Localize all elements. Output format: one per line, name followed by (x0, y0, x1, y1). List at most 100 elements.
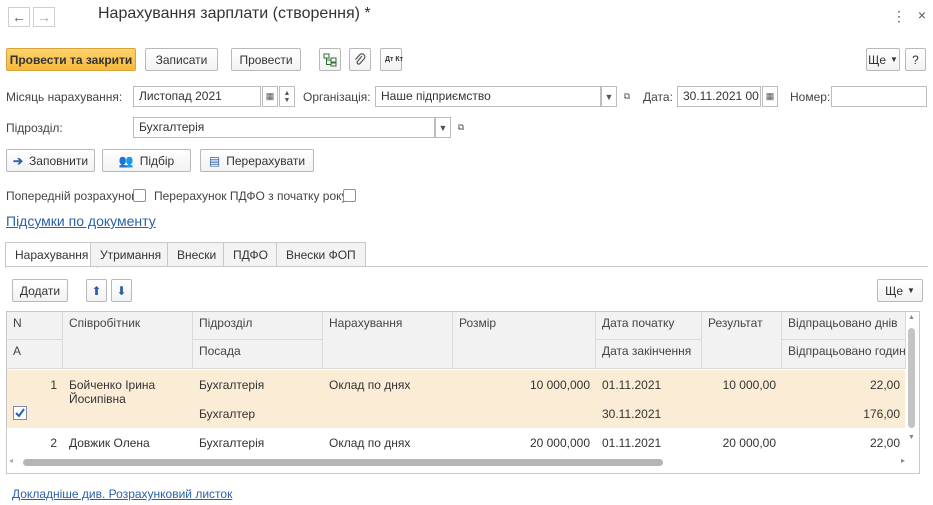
scroll-down-icon: ▼ (908, 434, 915, 441)
col-amount-header[interactable]: Розмір (453, 312, 596, 369)
date-calendar-button[interactable]: ▦ (762, 86, 778, 107)
table-row[interactable]: 2 Довжик Олена Бухгалтерія Оклад по днях… (7, 429, 905, 456)
calendar-button[interactable]: ▦ (262, 86, 278, 107)
cell-result: 20 000,00 (722, 436, 776, 450)
arrow-down-icon: ⬇ (116, 283, 127, 298)
cell-amount: 20 000,000 (529, 436, 590, 450)
move-up-button[interactable]: ⬆ (86, 279, 107, 302)
post-and-close-button[interactable]: Провести та закрити (6, 48, 136, 71)
totals-link[interactable]: Підсумки по документу (6, 213, 156, 229)
payslip-link[interactable]: Докладніше див. Розрахунковий листок (12, 487, 232, 501)
col-position-header[interactable]: Посада (193, 340, 323, 369)
month-stepper[interactable]: ▲ ▼ (279, 86, 295, 107)
chevron-down-icon: ▼ (438, 122, 448, 133)
tab-contributions[interactable]: Внески (167, 242, 227, 267)
page-title: Нарахування зарплати (створення) * (98, 5, 371, 22)
move-down-button[interactable]: ⬇ (111, 279, 132, 302)
scroll-right-icon: ▸ (900, 456, 905, 465)
pdfo-recalc-checkbox[interactable] (343, 189, 356, 202)
col-start-header[interactable]: Дата початку (596, 312, 702, 340)
save-button[interactable]: Записати (145, 48, 218, 71)
date-label: Дата: (643, 90, 673, 104)
stepper-down-icon: ▼ (283, 96, 291, 104)
structure-button[interactable] (319, 48, 341, 71)
stepper-up-icon: ▲ (283, 89, 291, 97)
attach-button[interactable] (349, 48, 371, 71)
tab-pdfo[interactable]: ПДФО (223, 242, 278, 267)
cell-days: 22,00 (869, 378, 900, 392)
back-button[interactable]: ← (8, 7, 30, 27)
cell-n: 1 (50, 378, 57, 392)
cell-hours: 176,00 (863, 407, 900, 421)
more-label: Ще (868, 52, 886, 67)
vertical-scrollbar[interactable]: ▲ ▼ (907, 314, 916, 444)
more-button[interactable]: Ще ▼ (866, 48, 900, 71)
date-field[interactable]: 30.11.2021 00:0 (677, 86, 761, 107)
structure-icon (323, 53, 337, 66)
tab-accruals[interactable]: Нарахування (5, 242, 99, 268)
calendar-icon: ▦ (765, 91, 775, 101)
number-field[interactable] (831, 86, 927, 107)
pick-button[interactable]: 👥 Підбір (102, 149, 191, 172)
cell-days: 22,00 (869, 436, 900, 450)
grid-more-button[interactable]: Ще ▼ (877, 279, 923, 302)
chevron-down-icon: ▼ (890, 55, 898, 64)
col-days-header[interactable]: Відпрацьовано днів (782, 312, 906, 340)
org-open-button[interactable]: ⧉ (619, 86, 635, 107)
col-hours-header[interactable]: Відпрацьовано годин (782, 340, 906, 369)
window-menu-icon[interactable]: ⋮ (892, 8, 906, 25)
recalc-label: Перерахувати (226, 153, 306, 168)
arrow-up-icon: ⬆ (91, 283, 102, 298)
dt-kt-icon: Дт Кт (385, 56, 404, 63)
cell-n: 2 (50, 436, 57, 450)
cell-accrual: Оклад по днях (329, 378, 411, 392)
col-n-header[interactable]: N (7, 312, 63, 340)
org-field[interactable]: Наше підприємство (375, 86, 601, 107)
month-label: Місяць нарахування: (6, 90, 123, 104)
col-dept-header[interactable]: Підрозділ (193, 312, 323, 340)
post-button[interactable]: Провести (231, 48, 301, 71)
row-check-icon[interactable] (13, 406, 27, 423)
horizontal-scroll-thumb[interactable] (23, 459, 663, 466)
tab-fop-contributions[interactable]: Внески ФОП (276, 242, 366, 267)
month-field[interactable]: Листопад 2021 (133, 86, 261, 107)
tab-deductions[interactable]: Утримання (90, 242, 172, 267)
dept-field[interactable]: Бухгалтерія (133, 117, 435, 138)
accruals-table: N А Співробітник Підрозділ Посада Нараху… (6, 311, 920, 474)
arrow-left-icon: ← (12, 9, 26, 25)
prelim-calc-checkbox[interactable] (133, 189, 146, 202)
dept-open-button[interactable]: ⧉ (453, 117, 469, 138)
fill-button[interactable]: ➔ Заповнити (6, 149, 95, 172)
vertical-scroll-thumb[interactable] (908, 328, 915, 428)
org-dropdown-button[interactable]: ▼ (601, 86, 617, 107)
close-icon[interactable]: × (918, 7, 926, 23)
forward-button[interactable]: → (33, 7, 55, 27)
dt-kt-button[interactable]: Дт Кт (380, 48, 404, 71)
col-employee-header[interactable]: Співробітник (63, 312, 193, 369)
fill-arrow-icon: ➔ (12, 153, 24, 168)
table-row[interactable]: 1 Бойченко Ірина Йосипівна Бухгалтерія Б… (7, 370, 905, 428)
cell-employee: Довжик Олена (69, 436, 150, 450)
col-accrual-header[interactable]: Нарахування (323, 312, 453, 369)
calendar-icon: ▦ (265, 91, 275, 101)
help-button[interactable]: ? (905, 48, 926, 71)
col-a-header[interactable]: А (7, 340, 63, 369)
cell-dept: Бухгалтерія (199, 378, 265, 392)
pdfo-recalc-label: Перерахунок ПДФО з початку року: (154, 189, 351, 203)
scroll-left-icon: ◂ (9, 456, 14, 465)
cell-start: 01.11.2021 (602, 378, 662, 392)
open-link-icon: ⧉ (457, 122, 465, 132)
chevron-down-icon: ▼ (907, 286, 915, 295)
dept-dropdown-button[interactable]: ▼ (435, 117, 451, 138)
open-link-icon: ⧉ (623, 91, 631, 101)
cell-dept: Бухгалтерія (199, 436, 265, 450)
add-button[interactable]: Додати (12, 279, 68, 302)
recalculate-button[interactable]: ▤ Перерахувати (200, 149, 314, 172)
calculator-icon: ▤ (208, 153, 221, 168)
col-result-header[interactable]: Результат (702, 312, 782, 369)
org-label: Організація: (303, 90, 371, 104)
cell-employee-cont: Йосипівна (69, 392, 126, 406)
horizontal-scrollbar[interactable]: ◂ ▸ (9, 456, 905, 467)
col-end-header[interactable]: Дата закінчення (596, 340, 702, 369)
cell-position: Бухгалтер (199, 407, 256, 421)
